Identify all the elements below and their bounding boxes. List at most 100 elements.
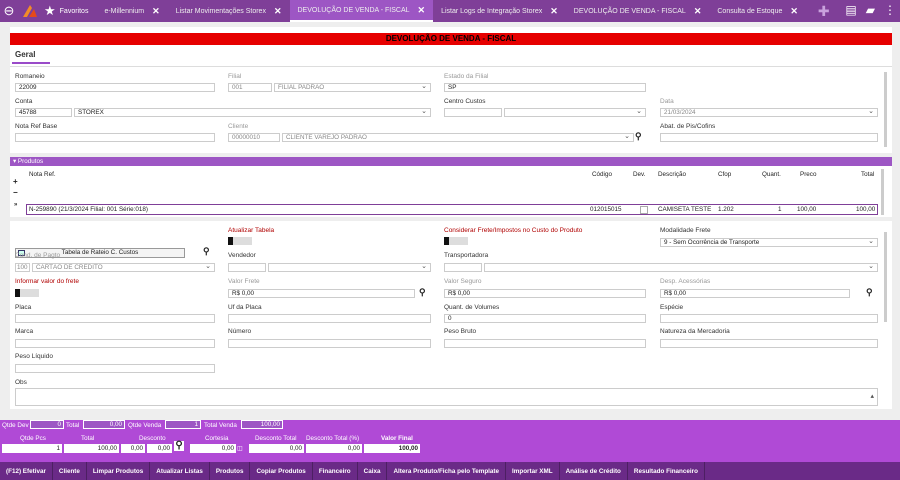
estado-field[interactable]: SP: [444, 83, 646, 92]
cell-total[interactable]: 100,00: [856, 206, 875, 213]
close-icon[interactable]: ✕: [694, 6, 702, 17]
search-icon[interactable]: ⚲: [866, 287, 873, 298]
more-icon[interactable]: ⋮: [884, 3, 896, 17]
quant-volumes-field[interactable]: 0: [444, 314, 646, 323]
nota-ref-base-field[interactable]: [15, 133, 215, 142]
cell-preco[interactable]: 100,00: [797, 206, 816, 213]
favorites-label[interactable]: Favoritos: [60, 8, 89, 15]
filial-code-field[interactable]: 001: [228, 83, 272, 92]
desconto-value-2[interactable]: 0,00: [147, 444, 172, 453]
cliente-button[interactable]: Cliente: [53, 462, 87, 480]
obs-textarea[interactable]: ▴: [15, 388, 878, 406]
uf-placa-field[interactable]: [228, 314, 431, 323]
tab-consulta-estoque[interactable]: Consulta de Estoque ✕: [709, 0, 806, 22]
peso-liquido-field[interactable]: [15, 364, 215, 373]
tab-devolucao-venda-fiscal-active[interactable]: DEVOLUÇÃO DE VENDA - FISCAL ✕: [289, 0, 434, 22]
scrollbar[interactable]: [884, 72, 887, 147]
romaneio-field[interactable]: 22009: [15, 83, 215, 92]
peso-bruto-label: Peso Bruto: [444, 328, 477, 335]
table-row[interactable]: [26, 204, 878, 215]
produtos-header[interactable]: ▾ Produtos: [10, 157, 892, 166]
remove-row-icon[interactable]: −: [13, 188, 18, 197]
centro-custos-code-field[interactable]: [444, 108, 502, 117]
efetivar-button[interactable]: (F12) Efetivar: [0, 462, 53, 480]
atualizar-listas-button[interactable]: Atualizar Listas: [150, 462, 210, 480]
informar-frete-toggle[interactable]: [15, 289, 39, 297]
limpar-produtos-button[interactable]: Limpar Produtos: [87, 462, 151, 480]
close-icon[interactable]: ✕: [790, 6, 798, 17]
cell-dev-checkbox[interactable]: [640, 206, 648, 214]
tab-geral[interactable]: Geral: [15, 50, 35, 59]
peso-bruto-field[interactable]: [444, 339, 646, 348]
tab-listar-logs[interactable]: Listar Logs de Integração Storex ✕: [433, 0, 566, 22]
qtde-venda-label: Qtde Venda: [128, 422, 162, 429]
placa-field[interactable]: [15, 314, 215, 323]
search-icon[interactable]: ⚲: [203, 246, 210, 257]
cell-descricao[interactable]: CAMISETA TESTE: [658, 206, 711, 213]
vendedor-code[interactable]: [228, 263, 266, 272]
transportadora-code[interactable]: [444, 263, 482, 272]
conta-name-select[interactable]: STOREX ⌄: [74, 108, 431, 117]
financeiro-button[interactable]: Financeiro: [313, 462, 358, 480]
tab-listar-movimentacoes[interactable]: Listar Movimentações Storex ✕: [168, 0, 290, 22]
abat-pis-cofins-field[interactable]: [660, 133, 878, 142]
chevron-down-icon: ⌄: [421, 83, 427, 90]
back-icon[interactable]: ⊖: [0, 3, 18, 19]
atualizar-tabela-toggle[interactable]: [228, 237, 252, 245]
tab-e-millennium[interactable]: e-Millennium ✕: [96, 0, 167, 22]
desconto-value-1[interactable]: 0,00: [121, 444, 145, 453]
close-icon[interactable]: ✕: [152, 6, 160, 17]
cell-codigo[interactable]: 012015015: [590, 206, 622, 213]
close-icon[interactable]: ✕: [418, 5, 426, 16]
modalidade-frete-select[interactable]: 9 - Sem Ocorrência de Transporte ⌄: [660, 238, 878, 247]
clipboard-icon[interactable]: ▤: [845, 3, 856, 17]
caixa-button[interactable]: Caixa: [358, 462, 388, 480]
natureza-mercadoria-field[interactable]: [660, 339, 878, 348]
altera-produto-template-button[interactable]: Altera Produto/Ficha pelo Template: [387, 462, 507, 480]
considerar-frete-toggle[interactable]: [444, 237, 468, 245]
add-row-icon[interactable]: +: [13, 177, 18, 186]
desp-acessorias-field[interactable]: R$ 0,00: [660, 289, 850, 298]
valor-frete-field[interactable]: R$ 0,00: [228, 289, 415, 298]
produtos-button[interactable]: Produtos: [210, 462, 251, 480]
new-tab-icon[interactable]: ✚: [818, 3, 830, 20]
resultado-financeiro-button[interactable]: Resultado Financeiro: [628, 462, 705, 480]
search-icon[interactable]: ⚲: [174, 441, 184, 451]
data-field[interactable]: 21/03/2024 ⌄: [660, 108, 878, 117]
cell-quant[interactable]: 1: [778, 206, 782, 213]
col-total: Total: [861, 171, 875, 178]
percent-icon[interactable]: ◫: [237, 445, 243, 452]
analise-credito-button[interactable]: Análise de Crédito: [560, 462, 628, 480]
filial-name-select[interactable]: FILIAL PADRÃO ⌄: [274, 83, 431, 92]
cond-pagto-select[interactable]: CARTÃO DE CREDITO ⌄: [32, 263, 215, 272]
cell-cfop[interactable]: 1.202: [718, 206, 734, 213]
cliente-code-field[interactable]: 00000010: [228, 133, 280, 142]
marca-field[interactable]: [15, 339, 215, 348]
scrollbar[interactable]: [881, 169, 884, 215]
col-cfop: Cfop: [718, 171, 732, 178]
cell-nota[interactable]: N-259890 (21/3/2024 Filial: 001 Série:01…: [29, 206, 148, 213]
close-icon[interactable]: ✕: [274, 6, 282, 17]
chat-icon[interactable]: ▰: [866, 3, 875, 17]
cond-pagto-code[interactable]: 100: [15, 263, 30, 272]
vendedor-select[interactable]: ⌄: [268, 263, 431, 272]
search-icon[interactable]: ⚲: [635, 131, 642, 142]
scroll-up-icon[interactable]: ▴: [870, 393, 874, 400]
numero-field[interactable]: [228, 339, 431, 348]
search-icon[interactable]: ⚲: [419, 287, 426, 298]
close-icon[interactable]: ✕: [550, 6, 558, 17]
transportadora-select[interactable]: ⌄: [484, 263, 878, 272]
conta-code-field[interactable]: 45788: [15, 108, 72, 117]
expand-icon[interactable]: »: [14, 202, 17, 208]
star-icon[interactable]: ★: [44, 3, 56, 19]
importar-xml-button[interactable]: Importar XML: [506, 462, 560, 480]
copiar-produtos-button[interactable]: Copiar Produtos: [250, 462, 313, 480]
scrollbar[interactable]: [884, 232, 887, 322]
cliente-name-select[interactable]: CLIENTE VAREJO PADRÃO ⌄: [282, 133, 634, 142]
col-quant: Quant.: [762, 171, 781, 178]
qtde-pcs-label: Qtde Pcs: [20, 435, 46, 442]
centro-custos-select[interactable]: ⌄: [504, 108, 646, 117]
tab-devolucao-venda-fiscal-2[interactable]: DEVOLUÇÃO DE VENDA - FISCAL ✕: [566, 0, 710, 22]
valor-seguro-field[interactable]: R$ 0,00: [444, 289, 646, 298]
especie-field[interactable]: [660, 314, 878, 323]
